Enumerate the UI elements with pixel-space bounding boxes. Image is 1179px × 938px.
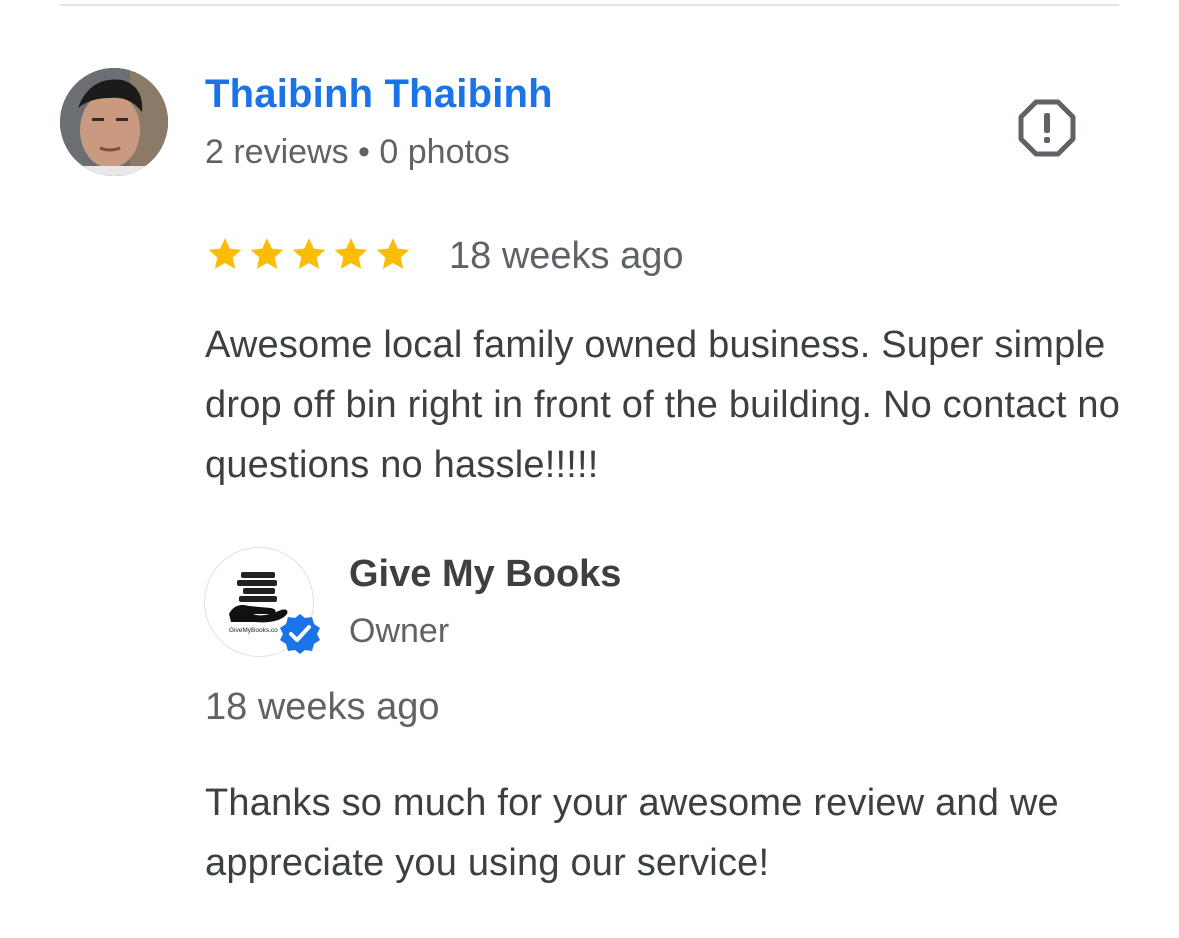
owner-role: Owner [349, 612, 450, 650]
star-icon [292, 238, 326, 269]
reviewer-name[interactable]: Thaibinh Thaibinh [205, 72, 553, 117]
review-time: 18 weeks ago [449, 235, 684, 277]
owner-name: Give My Books [349, 553, 622, 595]
reviewer-photo [60, 68, 168, 176]
star-icon [376, 238, 410, 269]
star-rating [205, 234, 413, 274]
logo-text: GiveMyBooks.co [229, 627, 278, 634]
reply-text: Thanks so much for your awesome review a… [205, 782, 1059, 884]
reply-time: 18 weeks ago [205, 686, 440, 728]
reviewer-meta: 2 reviews • 0 photos [205, 133, 510, 171]
star-icon [250, 238, 284, 269]
star-icon [334, 238, 368, 269]
reviewer-avatar[interactable] [60, 68, 168, 176]
star-icon [208, 238, 242, 269]
verified-badge-icon [278, 612, 322, 656]
top-divider [60, 4, 1119, 6]
report-icon[interactable] [1018, 99, 1076, 157]
review-text: Awesome local family owned business. Sup… [205, 324, 1121, 486]
